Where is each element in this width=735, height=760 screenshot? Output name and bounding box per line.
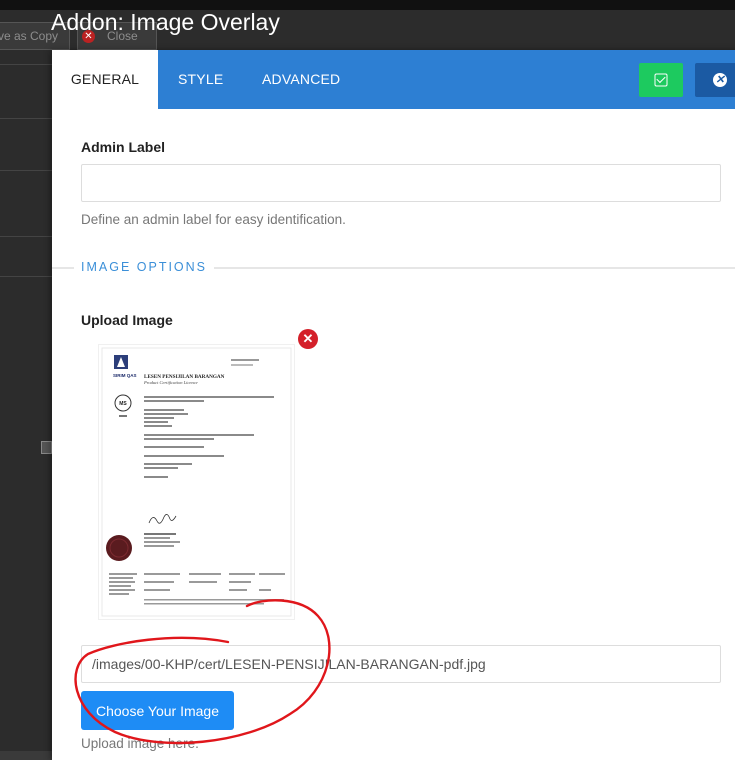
addon-modal: GENERAL STYLE ADVANCED ✕ Admin Label Def… <box>52 50 735 760</box>
tab-general[interactable]: GENERAL <box>52 50 158 109</box>
certificate-logo-text: SIRIM QAS <box>113 373 137 378</box>
image-options-section-title: IMAGE OPTIONS <box>81 260 208 274</box>
certificate-thumbnail: SIRIM QAS LESEN PENSIJILAN BARANGAN Prod… <box>99 345 294 619</box>
modal-title: Addon: Image Overlay <box>51 9 280 35</box>
cancel-button[interactable]: ✕ <box>695 63 735 97</box>
admin-label-help: Define an admin label for easy identific… <box>81 212 346 227</box>
ms-mark-text: MS <box>119 401 127 407</box>
tab-bar: GENERAL STYLE ADVANCED ✕ <box>52 50 735 109</box>
tab-style[interactable]: STYLE <box>178 50 223 109</box>
image-preview: SIRIM QAS LESEN PENSIJILAN BARANGAN Prod… <box>99 345 294 619</box>
check-square-icon <box>654 73 668 87</box>
remove-image-button[interactable]: ✕ <box>298 329 318 349</box>
choose-image-button[interactable]: Choose Your Image <box>81 691 234 730</box>
section-divider-left <box>52 267 74 269</box>
certificate-subheading: Product Certification Licence <box>143 380 198 385</box>
background-row-divider <box>0 64 52 65</box>
tab-advanced[interactable]: ADVANCED <box>262 50 340 109</box>
background-row-divider <box>0 276 52 277</box>
background-row-divider <box>0 118 52 119</box>
upload-image-help: Upload image here. <box>81 736 199 751</box>
apply-button[interactable] <box>639 63 683 97</box>
background-list <box>0 50 52 751</box>
image-path-input[interactable] <box>81 645 721 683</box>
admin-label-input[interactable] <box>81 164 721 202</box>
background-row-divider <box>0 236 52 237</box>
upload-image-heading: Upload Image <box>81 312 173 328</box>
close-circle-icon: ✕ <box>713 73 727 87</box>
background-handle-icon <box>41 441 52 454</box>
background-row-divider <box>0 170 52 171</box>
section-divider-right <box>214 267 735 269</box>
admin-label-heading: Admin Label <box>81 139 166 155</box>
